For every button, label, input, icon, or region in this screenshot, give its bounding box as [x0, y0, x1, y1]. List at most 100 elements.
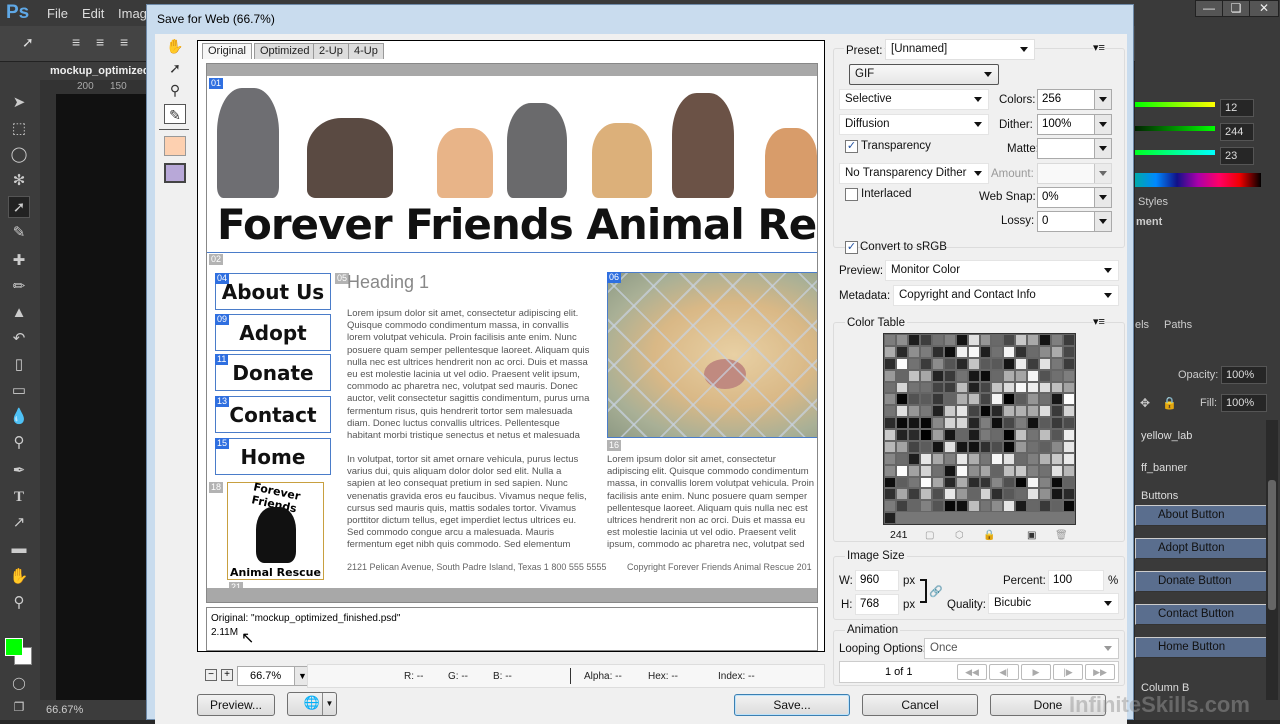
- color-swatch[interactable]: [1027, 334, 1040, 346]
- color-swatch[interactable]: [1039, 357, 1052, 370]
- color-swatch[interactable]: [1003, 417, 1016, 429]
- color-swatch[interactable]: [1051, 334, 1064, 346]
- color-swatch[interactable]: [1015, 440, 1028, 453]
- color-swatch[interactable]: [1051, 440, 1064, 453]
- color-swatch[interactable]: [1003, 488, 1016, 501]
- color-swatch[interactable]: [1015, 488, 1028, 501]
- color-swatch[interactable]: [1015, 345, 1028, 358]
- add-color-icon[interactable]: ▣: [1027, 530, 1036, 541]
- lock-color-icon[interactable]: 🔒: [983, 530, 995, 541]
- color-swatch[interactable]: [907, 357, 920, 370]
- color-swatch[interactable]: [1027, 357, 1040, 370]
- color-swatch[interactable]: [979, 488, 992, 501]
- layer-stack-icon[interactable]: ≡: [96, 34, 104, 50]
- delete-color-icon[interactable]: 🗑: [1055, 530, 1068, 541]
- color-swatch[interactable]: [931, 440, 944, 453]
- brush-tool-icon[interactable]: ✏: [8, 276, 30, 298]
- color-swatch[interactable]: [1039, 512, 1052, 524]
- color-swatch[interactable]: [1051, 405, 1064, 418]
- color-swatch[interactable]: [979, 405, 992, 418]
- color-swatch[interactable]: [1051, 345, 1064, 358]
- color-swatch[interactable]: [1027, 345, 1040, 358]
- color-swatch[interactable]: [955, 512, 968, 524]
- healing-brush-icon[interactable]: ✚: [8, 250, 30, 272]
- color-swatch[interactable]: [907, 476, 920, 489]
- green-slider[interactable]: [1135, 126, 1215, 131]
- color-swatch[interactable]: [1015, 405, 1028, 418]
- color-swatch[interactable]: [1003, 381, 1016, 394]
- color-swatch[interactable]: [884, 512, 896, 524]
- banner-slice[interactable]: Forever Friends Animal Rescue: [207, 78, 817, 253]
- blue-value[interactable]: 23: [1220, 147, 1254, 165]
- slice-tool-icon[interactable]: ➚: [8, 196, 30, 218]
- color-swatch[interactable]: [1051, 429, 1064, 441]
- color-swatch[interactable]: [967, 440, 980, 453]
- color-swatch[interactable]: [943, 357, 956, 370]
- eraser-tool-icon[interactable]: ▯: [8, 354, 30, 376]
- color-swatch[interactable]: [931, 429, 944, 441]
- color-swatch[interactable]: [907, 488, 920, 501]
- color-swatch[interactable]: [1003, 476, 1016, 489]
- color-swatch[interactable]: [943, 429, 956, 441]
- color-swatch[interactable]: [955, 345, 968, 358]
- quick-mask-icon[interactable]: ◯: [8, 672, 30, 694]
- color-swatch[interactable]: [931, 452, 944, 465]
- zoom-level-select[interactable]: 66.7% ▼: [237, 666, 311, 686]
- color-swatch[interactable]: [884, 429, 896, 441]
- color-swatch[interactable]: [967, 464, 980, 477]
- green-value[interactable]: 244: [1220, 123, 1254, 141]
- dither-algorithm-select[interactable]: Diffusion: [839, 114, 989, 135]
- color-swatch[interactable]: [1039, 488, 1052, 501]
- color-swatch[interactable]: [907, 500, 920, 513]
- color-swatch[interactable]: [1063, 476, 1075, 489]
- tab-styles[interactable]: Styles: [1138, 196, 1168, 208]
- matte-combo[interactable]: [1037, 138, 1112, 159]
- color-swatch[interactable]: [1051, 464, 1064, 477]
- color-swatch[interactable]: [884, 334, 896, 346]
- color-swatch[interactable]: [943, 440, 956, 453]
- color-swatch[interactable]: [884, 476, 896, 489]
- color-swatch[interactable]: [943, 476, 956, 489]
- color-swatch[interactable]: [979, 381, 992, 394]
- color-swatch[interactable]: [907, 381, 920, 394]
- color-swatch[interactable]: [955, 500, 968, 513]
- color-swatch[interactable]: [1015, 500, 1028, 513]
- color-swatch[interactable]: [967, 381, 980, 394]
- link-proportions-icon[interactable]: 🔗: [929, 585, 943, 598]
- color-swatch[interactable]: [967, 345, 980, 358]
- color-swatch[interactable]: [955, 393, 968, 406]
- browser-preview-button[interactable]: 🌐 ▼: [287, 692, 337, 716]
- color-swatch[interactable]: [943, 381, 956, 394]
- layer-about-button[interactable]: About Button: [1135, 505, 1267, 526]
- color-swatch[interactable]: [919, 345, 932, 358]
- dodge-tool-icon[interactable]: ⚲: [8, 432, 30, 454]
- color-swatch[interactable]: [1063, 417, 1075, 429]
- layer-yellow-lab[interactable]: yellow_lab: [1135, 420, 1267, 451]
- color-swatch[interactable]: [919, 512, 932, 524]
- history-brush-icon[interactable]: ↶: [8, 328, 30, 350]
- color-swatch[interactable]: [943, 452, 956, 465]
- color-swatch[interactable]: [1015, 429, 1028, 441]
- color-swatch[interactable]: [1027, 512, 1040, 524]
- color-swatch[interactable]: [895, 381, 908, 394]
- color-swatch[interactable]: [991, 381, 1004, 394]
- layer-contact-button[interactable]: Contact Button: [1135, 604, 1267, 625]
- color-swatch[interactable]: [967, 452, 980, 465]
- color-swatch[interactable]: [991, 334, 1004, 346]
- layer-stack-icon[interactable]: ≡: [120, 34, 128, 50]
- color-swatch[interactable]: [931, 500, 944, 513]
- color-swatch[interactable]: [955, 440, 968, 453]
- color-swatch[interactable]: [895, 452, 908, 465]
- color-swatch[interactable]: [1015, 512, 1028, 524]
- color-swatch[interactable]: [919, 357, 932, 370]
- lasso-tool-icon[interactable]: ◯: [8, 144, 30, 166]
- color-swatch[interactable]: [895, 357, 908, 370]
- color-swatch[interactable]: [979, 512, 992, 524]
- color-swatch[interactable]: [907, 429, 920, 441]
- color-swatch[interactable]: [1039, 334, 1052, 346]
- preview-color-select[interactable]: Monitor Color: [885, 260, 1119, 281]
- color-swatch[interactable]: [1027, 464, 1040, 477]
- color-swatch[interactable]: [967, 500, 980, 513]
- color-swatch[interactable]: [1039, 393, 1052, 406]
- color-swatch[interactable]: [919, 393, 932, 406]
